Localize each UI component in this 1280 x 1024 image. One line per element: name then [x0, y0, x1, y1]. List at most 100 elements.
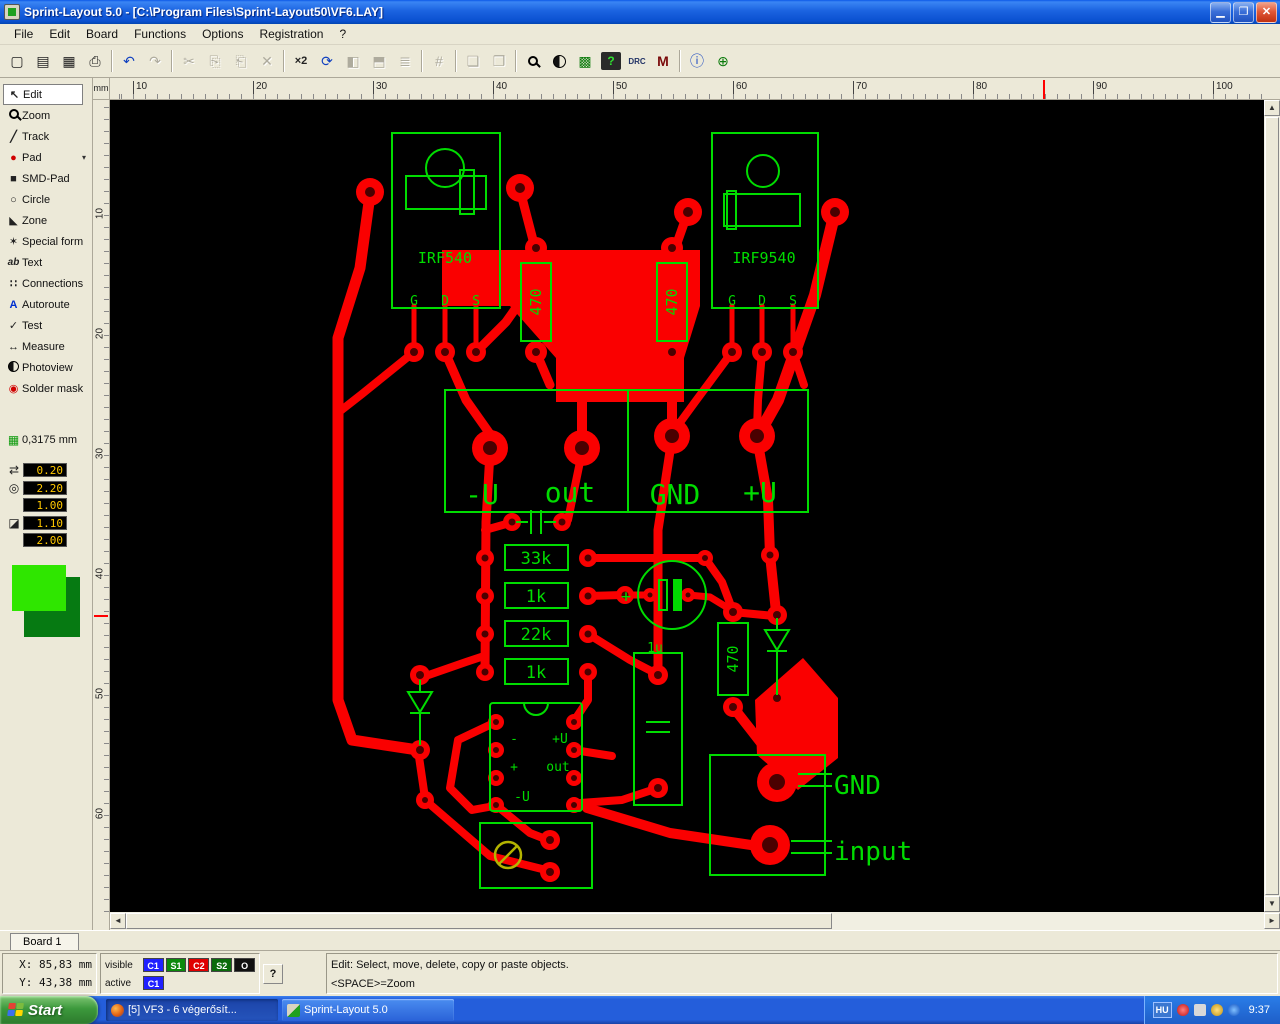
menu-board[interactable]: Board: [78, 25, 126, 43]
ruler-label: 100: [1213, 81, 1233, 96]
capacitor-symbol[interactable]: [516, 510, 556, 534]
ungroup-button[interactable]: ❐: [486, 49, 512, 74]
open-button[interactable]: ▤: [30, 49, 56, 74]
photoview-button[interactable]: [546, 49, 572, 74]
layer-toggle-c1[interactable]: C1: [142, 958, 164, 972]
scroll-left-button[interactable]: ◄: [110, 913, 126, 929]
zoom-button[interactable]: [520, 49, 546, 74]
diode-left-outline[interactable]: [406, 680, 434, 745]
language-indicator[interactable]: HU: [1152, 1002, 1172, 1018]
scroll-up-button[interactable]: ▲: [1264, 100, 1280, 116]
ruler-label: 50: [613, 81, 627, 96]
layer-toggle-s1[interactable]: S1: [165, 958, 187, 972]
active-layer-indicator[interactable]: C1: [143, 976, 164, 990]
status-hint: Edit: Select, move, delete, copy or past…: [326, 953, 1278, 994]
pad-diameter-value[interactable]: 2.20: [23, 481, 67, 495]
menu-options[interactable]: Options: [194, 25, 251, 43]
save-button[interactable]: ▦: [56, 49, 82, 74]
transistor-irf9540-outline[interactable]: [711, 132, 819, 309]
scrollbar-corner: [93, 912, 110, 930]
task-button-browser[interactable]: [5] VF3 - 6 végerősít...: [106, 999, 278, 1021]
cut-button[interactable]: ✂: [176, 49, 202, 74]
print-button[interactable]: ⎙: [82, 49, 108, 74]
smd-width-value[interactable]: 1.10: [23, 516, 67, 530]
scroll-down-button[interactable]: ▼: [1264, 896, 1280, 912]
pcb-label-conn-input: input: [834, 837, 912, 867]
tool-measure[interactable]: ↔ Measure: [0, 336, 92, 357]
grid-setting[interactable]: ▦ 0,3175 mm: [0, 433, 92, 447]
tray-icon-3[interactable]: [1210, 1004, 1223, 1016]
tab-board-1[interactable]: Board 1: [10, 933, 79, 950]
test-button[interactable]: ?: [598, 49, 624, 74]
layer-toggle-s2[interactable]: S2: [211, 958, 233, 972]
tray-icon-2[interactable]: [1193, 1004, 1206, 1016]
menu-help[interactable]: ?: [331, 25, 354, 43]
task-button-sprint-layout[interactable]: Sprint-Layout 5.0: [282, 999, 454, 1021]
menu-edit[interactable]: Edit: [41, 25, 78, 43]
copy-button[interactable]: ⎘: [202, 49, 228, 74]
menu-file[interactable]: File: [6, 25, 41, 43]
undo-button[interactable]: ↶: [116, 49, 142, 74]
horizontal-scrollbar[interactable]: ◄ ►: [110, 912, 1280, 930]
close-button[interactable]: ✕: [1256, 1, 1277, 23]
group-button[interactable]: ❏: [460, 49, 486, 74]
tool-test[interactable]: ✓ Test: [0, 315, 92, 336]
tool-edit[interactable]: ↖ Edit: [3, 84, 83, 105]
pcb-label-22k: 22k: [521, 625, 552, 645]
minimize-button[interactable]: ▁: [1210, 1, 1231, 23]
pad-drill-value[interactable]: 1.00: [23, 498, 67, 512]
tool-text[interactable]: ab Text: [0, 252, 92, 273]
layer-grid-button[interactable]: ▩: [572, 49, 598, 74]
maximize-button[interactable]: ❐: [1233, 1, 1254, 23]
delete-button[interactable]: ✕: [254, 49, 280, 74]
tool-connections[interactable]: ∷ Connections: [0, 273, 92, 294]
ratsnest-button[interactable]: #: [426, 49, 452, 74]
layer-toggle-c2[interactable]: C2: [188, 958, 210, 972]
new-button[interactable]: ▢: [4, 49, 30, 74]
active-label: active: [105, 977, 132, 989]
layer-toggle-o[interactable]: O: [234, 958, 256, 972]
macros-button[interactable]: M: [650, 49, 676, 74]
scale-x2-button[interactable]: ×2: [288, 49, 314, 74]
tool-smd-pad[interactable]: ■ SMD-Pad: [0, 168, 92, 189]
special-form-icon: ✶: [8, 236, 19, 248]
tool-pad[interactable]: ● Pad ▾: [0, 147, 92, 168]
horizontal-scroll-track[interactable]: [126, 913, 1264, 929]
start-button[interactable]: Start: [0, 996, 98, 1024]
pcb-drawing[interactable]: IRF540 G D S IRF9540 G D S 470 470 470 -…: [110, 100, 1264, 912]
tool-special-form[interactable]: ✶ Special form: [0, 231, 92, 252]
mirror-horizontal-button[interactable]: ◧: [340, 49, 366, 74]
horizontal-scroll-thumb[interactable]: [126, 913, 832, 929]
mirror-vertical-button[interactable]: ⬒: [366, 49, 392, 74]
tool-zone[interactable]: ◣ Zone: [0, 210, 92, 231]
menu-registration[interactable]: Registration: [251, 25, 331, 43]
pcb-label-minus-u: -U: [465, 478, 499, 511]
tool-photoview[interactable]: Photoview: [0, 357, 92, 378]
scroll-right-button[interactable]: ►: [1264, 913, 1280, 929]
chevron-down-icon[interactable]: ▾: [82, 153, 86, 162]
paste-button[interactable]: ⎗: [228, 49, 254, 74]
tool-circle[interactable]: ○ Circle: [0, 189, 92, 210]
redo-button[interactable]: ↷: [142, 49, 168, 74]
rotate-button[interactable]: ⟳: [314, 49, 340, 74]
tool-autoroute[interactable]: A Autoroute: [0, 294, 92, 315]
menu-functions[interactable]: Functions: [126, 25, 194, 43]
layer-help-button[interactable]: ?: [263, 963, 283, 984]
tool-zoom[interactable]: Zoom: [0, 105, 92, 126]
tool-track[interactable]: ╱ Track: [0, 126, 92, 147]
board-canvas[interactable]: IRF540 G D S IRF9540 G D S 470 470 470 -…: [110, 100, 1264, 912]
browser-icon: [111, 1003, 124, 1017]
smd-height-value[interactable]: 2.00: [23, 533, 67, 547]
align-button[interactable]: ≣: [392, 49, 418, 74]
track-width-value[interactable]: 0.20: [23, 463, 67, 477]
tray-icon-1[interactable]: [1176, 1004, 1189, 1016]
origin-button[interactable]: ⊕: [710, 49, 736, 74]
tool-solder-mask[interactable]: ◉ Solder mask: [0, 378, 92, 399]
drc-button[interactable]: DRC: [624, 49, 650, 74]
info-button[interactable]: ⓘ: [684, 49, 710, 74]
toolbar-separator: [679, 50, 681, 72]
vertical-scroll-thumb[interactable]: [1265, 117, 1279, 895]
layer-color-preview[interactable]: [12, 565, 80, 637]
vertical-scrollbar[interactable]: ▲ ▼: [1264, 100, 1280, 912]
tray-icon-4[interactable]: [1227, 1004, 1240, 1016]
